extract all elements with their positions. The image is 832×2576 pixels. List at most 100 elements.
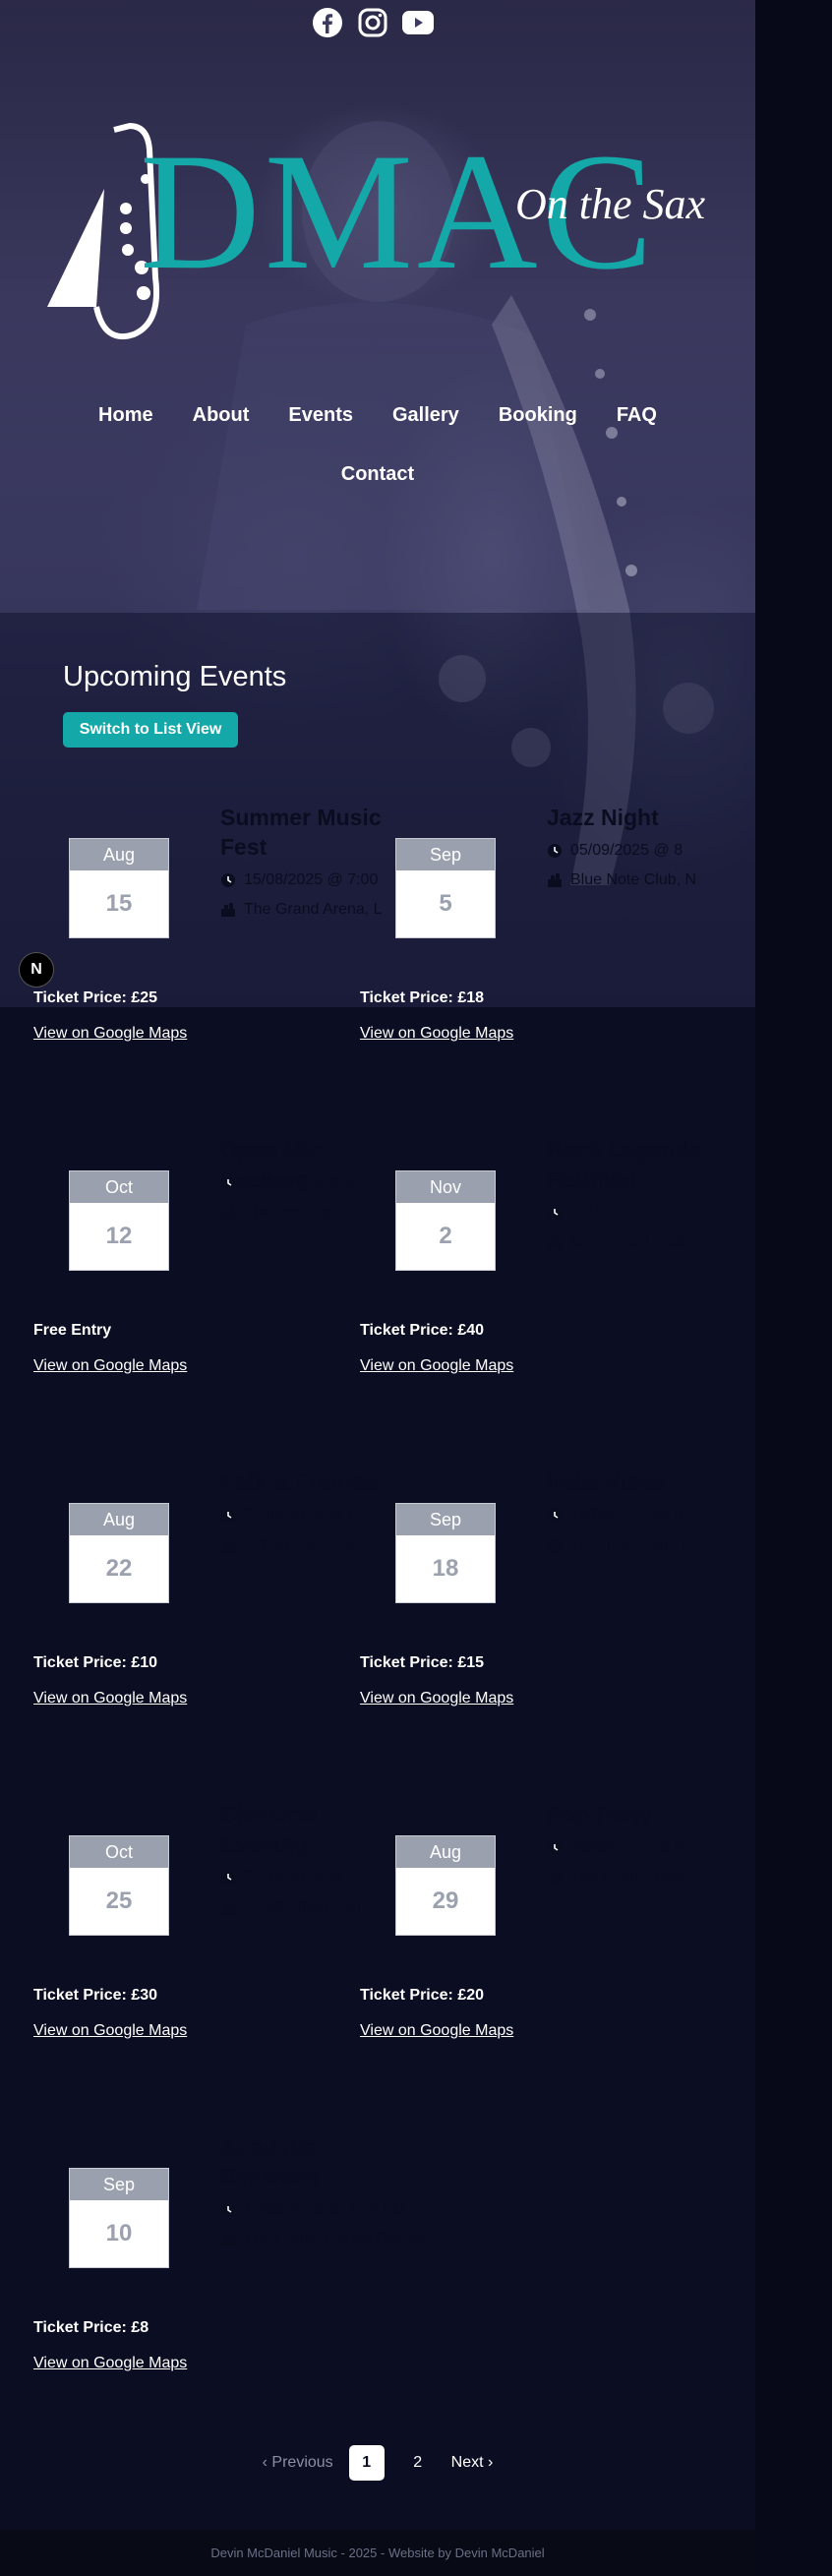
event-card: Oct 25 Classical Evening 25/10/2025 @ 7: Roy…: [18, 1802, 361, 2140]
google-maps-link[interactable]: View on Google Maps: [360, 1357, 513, 1375]
event-title[interactable]: Pop Party: [547, 1800, 724, 1829]
event-title[interactable]: Jazz Night: [547, 803, 724, 832]
site-footer: Devin McDaniel Music - 2025 - Website by…: [0, 2530, 755, 2576]
nav-link-gallery[interactable]: Gallery: [392, 403, 459, 427]
clock-icon: [220, 1508, 236, 1524]
event-date-badge: Nov 2: [395, 1170, 496, 1271]
previous-label: Previous: [271, 2454, 333, 2471]
event-datetime-row: 05/09/2025 @ 8: [547, 842, 683, 860]
nav-link-faq[interactable]: FAQ: [617, 403, 657, 427]
event-card: Nov 2 Rock Legends Reunion 02/11/2025 @ 9 O2…: [344, 1137, 701, 1475]
clock-icon: [547, 1840, 563, 1856]
event-month: Nov: [396, 1171, 495, 1203]
event-venue: The Indie Club, L: [570, 1536, 690, 1553]
clock-icon: [220, 1870, 236, 1886]
event-title[interactable]: Folk & Friends: [220, 1468, 397, 1497]
nav-row-secondary: Contact: [0, 462, 755, 486]
event-day: 22: [105, 1555, 133, 1582]
instagram-icon[interactable]: [356, 6, 389, 39]
google-maps-link[interactable]: View on Google Maps: [33, 1690, 187, 1707]
event-day: 12: [105, 1223, 133, 1249]
event-date-badge: Oct 25: [69, 1835, 169, 1936]
clock-icon: [547, 843, 563, 859]
clock-icon: [220, 872, 236, 888]
event-datetime-row: 02/11/2025 @ 9: [547, 1204, 682, 1222]
venue-icon: [220, 902, 236, 918]
event-month: Aug: [70, 839, 168, 870]
event-price: Ticket Price: £40: [360, 1322, 485, 1339]
event-venue-row: Blue Note Club, N: [547, 871, 696, 889]
google-maps-link[interactable]: View on Google Maps: [33, 1025, 187, 1043]
nav-link-home[interactable]: Home: [98, 403, 153, 427]
event-card: Sep 18 Indie Vibes 18/09/2025 @ 8 The Indie …: [344, 1469, 690, 1808]
social-links: [311, 6, 435, 39]
event-price: Ticket Price: £30: [33, 1987, 158, 2004]
event-date-badge: Aug 29: [395, 1835, 496, 1936]
event-day: 25: [105, 1887, 133, 1914]
event-datetime: 29/08/2025 @ 8: [570, 1839, 683, 1856]
event-price: Ticket Price: £8: [33, 2319, 149, 2336]
google-maps-link[interactable]: View on Google Maps: [33, 2355, 187, 2372]
venue-icon: [547, 1537, 563, 1553]
page-2-button[interactable]: 2: [400, 2445, 436, 2481]
nav-link-contact[interactable]: Contact: [341, 462, 414, 486]
event-venue-row: The Forum, Bran: [547, 1869, 689, 1887]
venue-icon: [220, 1537, 236, 1553]
event-price: Ticket Price: £20: [360, 1987, 485, 2004]
event-card: Oct 12 Open Mic Evening 12/10/2025 @ 8:0 The…: [18, 1137, 369, 1475]
nav-link-about[interactable]: About: [193, 403, 250, 427]
event-day: 5: [439, 890, 452, 917]
page: DMAC On the Sax Home About Events Gallery Bo…: [0, 0, 755, 2576]
event-venue-row: The Coffee House Central: [220, 2231, 427, 2248]
n-badge-icon[interactable]: N: [19, 952, 54, 988]
google-maps-link[interactable]: View on Google Maps: [360, 2022, 513, 2040]
venue-icon: [220, 1899, 236, 1915]
event-venue: The Coffee House Central: [244, 2231, 427, 2247]
youtube-icon[interactable]: [401, 6, 435, 39]
event-datetime-row: 22/08/2025 @ 6:: [220, 1507, 361, 1525]
event-month: Aug: [70, 1504, 168, 1535]
nav-link-booking[interactable]: Booking: [499, 403, 577, 427]
event-date-badge: Oct 12: [69, 1170, 169, 1271]
event-venue: Royal Albert Hall: [244, 1898, 361, 1915]
event-venue: O2 Arena, Londo: [570, 1233, 689, 1250]
event-day: 29: [432, 1887, 459, 1914]
site-logo[interactable]: DMAC On the Sax: [45, 119, 724, 346]
page-title: Upcoming Events: [63, 661, 287, 692]
event-date-badge: Sep 5: [395, 838, 496, 938]
event-price: Ticket Price: £25: [33, 989, 158, 1006]
event-venue: The Forum, Bran: [570, 1869, 689, 1886]
google-maps-link[interactable]: View on Google Maps: [33, 1357, 187, 1375]
google-maps-link[interactable]: View on Google Maps: [33, 2022, 187, 2040]
event-title[interactable]: Indie Vibes: [547, 1468, 724, 1497]
event-price: Ticket Price: £15: [360, 1654, 485, 1671]
event-datetime-row: 10/09/2025 @ 7:00 PM: [220, 2201, 406, 2219]
facebook-icon[interactable]: [311, 6, 344, 39]
venue-icon: [547, 1870, 563, 1886]
page-1-button[interactable]: 1: [348, 2445, 385, 2481]
next-page-link[interactable]: Next ›: [451, 2454, 494, 2472]
google-maps-link[interactable]: View on Google Maps: [360, 1025, 513, 1043]
google-maps-link[interactable]: View on Google Maps: [360, 1690, 513, 1707]
event-datetime-row: 18/09/2025 @ 8: [547, 1507, 683, 1525]
previous-page-link[interactable]: ‹ Previous: [263, 2454, 333, 2472]
nav-row-primary: Home About Events Gallery Booking FAQ: [0, 403, 755, 427]
event-title[interactable]: Rock Legends Reunion: [547, 1135, 724, 1194]
event-datetime: 05/09/2025 @ 8: [570, 842, 683, 859]
event-datetime: 18/09/2025 @ 8: [570, 1507, 683, 1524]
venue-icon: [220, 1205, 236, 1221]
clock-icon: [547, 1205, 563, 1221]
switch-to-list-view-button[interactable]: Switch to List View: [63, 712, 238, 748]
event-month: Sep: [70, 2169, 168, 2200]
event-month: Oct: [70, 1836, 168, 1868]
event-card: Sep 10 Acoustic Sessions 10/09/2025 @ 7:00 …: [18, 2134, 427, 2473]
event-card: Aug 29 Pop Party 29/08/2025 @ 8 The Forum, B…: [344, 1802, 689, 2140]
nav-link-events[interactable]: Events: [288, 403, 353, 427]
event-datetime: 10/09/2025 @ 7:00 PM: [244, 2201, 406, 2218]
event-title[interactable]: Acoustic Sessions: [220, 2132, 397, 2191]
event-card: Sep 5 Jazz Night 05/09/2025 @ 8 Blue Note Cl…: [344, 805, 696, 1143]
footer-credit: Devin McDaniel Music - 2025 - Website by…: [210, 2546, 545, 2560]
event-datetime-row: 25/10/2025 @ 7:: [220, 1869, 361, 1887]
event-venue: Blue Note Club, N: [570, 871, 697, 888]
event-price: Ticket Price: £10: [33, 1654, 158, 1671]
